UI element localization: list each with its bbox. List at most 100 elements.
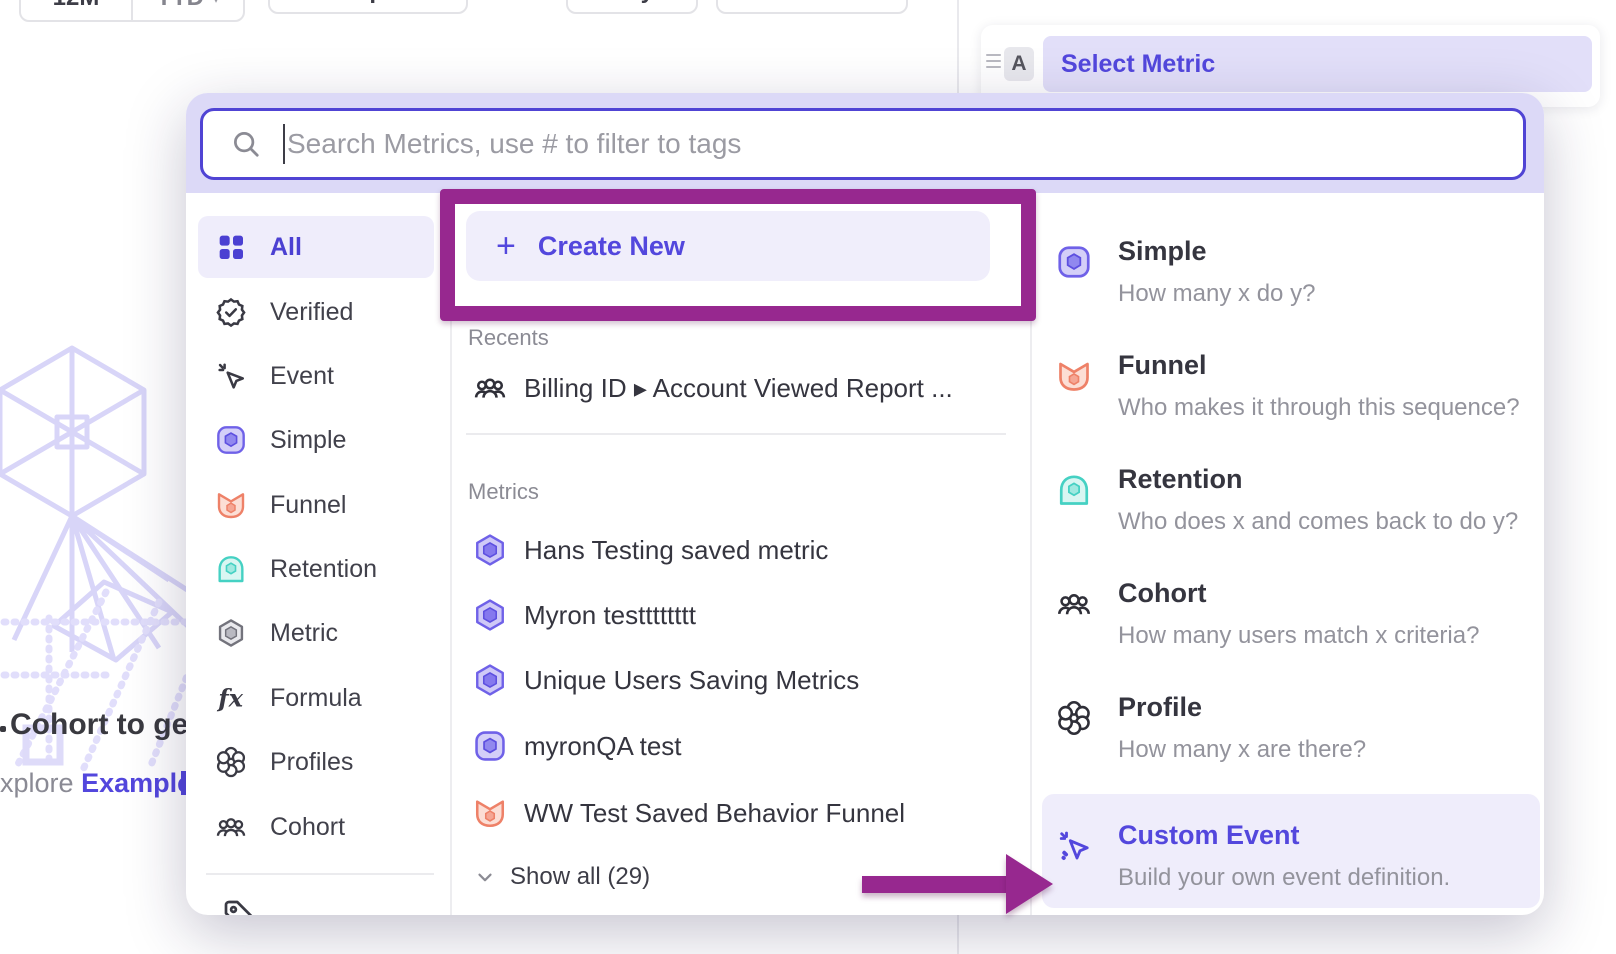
metrics-section-label: Metrics <box>468 479 539 505</box>
show-all-label: Show all (29) <box>510 863 650 891</box>
profiles-flower-icon <box>1056 700 1092 736</box>
sidebar-item-label: Cohort <box>270 813 345 842</box>
type-simple[interactable]: Simple <box>1118 236 1207 267</box>
svg-text:fx: fx <box>216 684 243 713</box>
simple-icon <box>214 423 248 457</box>
sidebar-item-verified[interactable]: Verified <box>198 281 434 343</box>
saved-metric-hex-icon <box>472 532 508 568</box>
metric-hexagon-icon <box>214 616 248 650</box>
metric-item-label: Myron testttttttt <box>524 600 696 631</box>
sidebar-item-label: Simple <box>270 426 346 455</box>
funnel-icon <box>1056 358 1092 394</box>
recents-section-label: Recents <box>468 325 549 351</box>
empty-state-headline: Cohort to ge <box>10 708 188 742</box>
sidebar-item-label: Event <box>270 362 334 391</box>
metric-row-badge: A <box>1004 47 1034 81</box>
metric-item-label: WW Test Saved Behavior Funnel <box>524 798 905 829</box>
show-all-button[interactable]: Show all (29) <box>474 859 650 895</box>
retention-icon <box>214 552 248 586</box>
tag-icon <box>220 896 256 915</box>
type-profile-desc: How many x are there? <box>1118 736 1366 764</box>
sidebar-divider <box>206 873 434 875</box>
recent-item-label: Billing ID ▸ Account Viewed Report ... <box>524 373 953 404</box>
recent-item[interactable]: Billing ID ▸ Account Viewed Report ... <box>466 362 1026 414</box>
sidebar-item-retention[interactable]: Retention <box>198 538 434 600</box>
simple-icon <box>472 728 508 764</box>
metric-item-label: Hans Testing saved metric <box>524 535 828 566</box>
sidebar-item-label: Funnel <box>270 491 346 520</box>
metric-list-item[interactable]: Hans Testing saved metric <box>466 524 1026 576</box>
metric-item-label: myronQA test <box>524 731 682 762</box>
explore-text: xplore <box>0 768 74 798</box>
sidebar-item-simple[interactable]: Simple <box>198 409 434 471</box>
annotation-arrow-head <box>1006 854 1053 914</box>
metric-list-item[interactable]: myronQA test <box>466 720 1026 772</box>
clipped-text-fragment <box>0 726 6 732</box>
metric-list-item[interactable]: Myron testttttttt <box>466 589 1026 641</box>
chevron-down-icon <box>474 866 496 888</box>
grid-icon <box>214 230 248 264</box>
range-ytd-button[interactable]: YTD ▾ <box>133 0 243 20</box>
sidebar-item-label: Verified <box>270 298 353 327</box>
funnel-icon <box>472 795 508 831</box>
line-chart-type-button[interactable]: Line <box>716 0 908 14</box>
verified-icon <box>214 295 248 329</box>
example-link[interactable]: Example <box>81 768 192 798</box>
compare-label: Compare <box>316 0 420 5</box>
empty-state-subtext: xplore Example <box>0 768 192 799</box>
type-profile[interactable]: Profile <box>1118 692 1202 723</box>
annotation-arrow <box>862 876 1008 893</box>
type-cohort[interactable]: Cohort <box>1118 578 1206 609</box>
sidebar-item-label: Formula <box>270 684 362 713</box>
date-range-segmented-control: 12M YTD ▾ <box>19 0 245 22</box>
type-custom-event[interactable]: Custom Event <box>1118 820 1300 851</box>
select-metric-label: Select Metric <box>1061 50 1215 79</box>
type-retention[interactable]: Retention <box>1118 464 1243 495</box>
line-chart-icon <box>767 0 795 5</box>
line-label: Line <box>807 0 856 5</box>
range-12m-button[interactable]: 12M <box>21 0 131 20</box>
type-retention-desc: Who does x and comes back to do y? <box>1118 508 1518 536</box>
sidebar-item-metric[interactable]: Metric <box>198 602 434 664</box>
formula-fx-icon: fx <box>214 681 248 715</box>
sidebar-item-label: All <box>270 233 302 262</box>
type-funnel[interactable]: Funnel <box>1118 350 1207 381</box>
metric-search-box[interactable] <box>200 108 1526 180</box>
custom-event-icon <box>1056 828 1092 864</box>
cohort-people-icon <box>472 370 508 406</box>
day-button[interactable]: Day <box>566 0 698 14</box>
search-icon <box>231 129 261 159</box>
cohort-people-icon <box>1056 586 1092 622</box>
sidebar-item-label: Profiles <box>270 748 353 777</box>
type-cohort-desc: How many users match x criteria? <box>1118 622 1479 650</box>
metric-list-item[interactable]: WW Test Saved Behavior Funnel <box>466 787 1026 839</box>
chevron-down-icon: ▾ <box>212 0 220 8</box>
type-simple-desc: How many x do y? <box>1118 280 1315 308</box>
saved-metric-hex-icon <box>472 597 508 633</box>
sidebar-item-label: Metric <box>270 619 338 648</box>
sidebar-item-formula[interactable]: fx Formula <box>198 667 434 729</box>
sidebar-item-profiles[interactable]: Profiles <box>198 731 434 793</box>
text-caret <box>283 124 285 164</box>
funnel-icon <box>214 488 248 522</box>
saved-metric-hex-icon <box>472 662 508 698</box>
recents-divider <box>466 433 1006 435</box>
sidebar-item-all[interactable]: All <box>198 216 434 278</box>
sidebar-item-cohort[interactable]: Cohort <box>198 796 434 858</box>
sidebar-item-event[interactable]: Event <box>198 345 434 407</box>
sidebar-item-partial[interactable] <box>220 896 256 915</box>
metric-list-item[interactable]: Unique Users Saving Metrics <box>466 654 1026 706</box>
sidebar-item-funnel[interactable]: Funnel <box>198 474 434 536</box>
compare-button[interactable]: Compare <box>268 0 468 14</box>
simple-icon <box>1056 244 1092 280</box>
drag-handle-icon[interactable] <box>986 54 1001 68</box>
range-12m-label: 12M <box>53 0 100 12</box>
type-funnel-desc: Who makes it through this sequence? <box>1118 394 1520 422</box>
app-root: 12M YTD ▾ Compare Day Line A Select Metr… <box>0 0 1616 954</box>
metric-search-input[interactable] <box>287 114 1523 174</box>
select-metric-field[interactable]: Select Metric <box>1043 36 1592 92</box>
profiles-flower-icon <box>214 745 248 779</box>
range-ytd-label: YTD <box>156 0 204 12</box>
metric-item-label: Unique Users Saving Metrics <box>524 665 859 696</box>
annotation-highlight-box <box>440 189 1036 321</box>
